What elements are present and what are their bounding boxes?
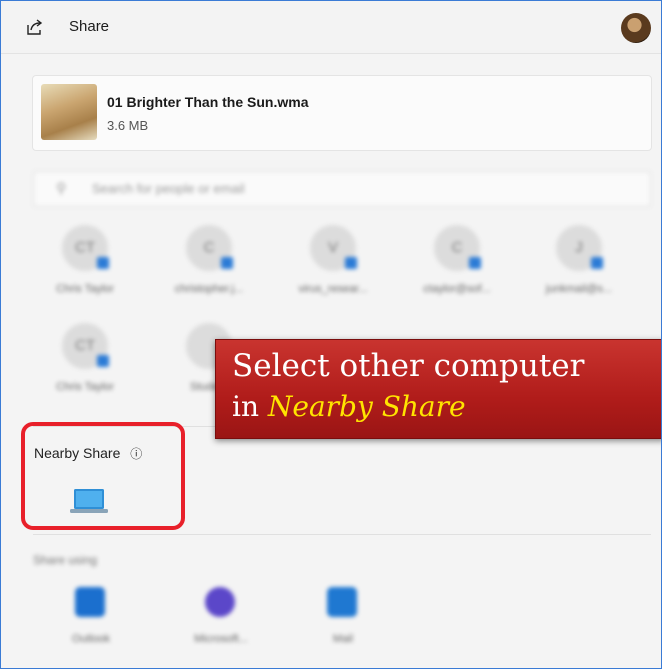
search-placeholder: Search for people or email <box>92 181 245 196</box>
contact-item[interactable]: C ctaylor@sof... <box>409 225 499 315</box>
mail-icon <box>327 587 357 617</box>
contact-item[interactable]: C christopher.j... <box>161 225 251 315</box>
contact-name: junkmail@s... <box>545 283 613 295</box>
app-microsoft[interactable]: Microsoft... <box>181 587 261 667</box>
microsoft-app-icon <box>205 587 235 617</box>
app-label: Microsoft... <box>194 633 248 645</box>
search-input[interactable]: ⚲ Search for people or email <box>33 171 651 207</box>
user-avatar[interactable] <box>621 13 651 43</box>
contact-item[interactable]: V virus_resear... <box>285 225 375 315</box>
instruction-callout: Select other computer in Nearby Share <box>215 339 661 439</box>
file-card: 01 Brighter Than the Sun.wma 3.6 MB <box>32 75 652 151</box>
contact-item[interactable]: CT Chris Taylor <box>37 225 127 315</box>
contact-name: ctaylor@sof... <box>423 283 491 295</box>
title-bar: Share <box>1 1 661 54</box>
share-icon <box>27 19 43 35</box>
search-icon: ⚲ <box>56 180 67 196</box>
contact-name: christopher.j... <box>174 283 244 295</box>
section-divider <box>33 534 651 535</box>
app-label: Outlook <box>72 633 110 645</box>
outlook-icon <box>75 587 105 617</box>
app-mail[interactable]: Mail <box>303 587 383 667</box>
callout-line-2: in Nearby Share <box>232 390 466 423</box>
outlook-badge-icon <box>469 257 481 269</box>
file-name: 01 Brighter Than the Sun.wma <box>107 94 309 110</box>
outlook-badge-icon <box>345 257 357 269</box>
app-label: Mail <box>332 633 354 645</box>
nearby-share-highlight <box>21 422 185 530</box>
album-art-thumbnail <box>41 84 97 140</box>
callout-prefix: in <box>232 390 259 423</box>
share-using-heading: Share using <box>33 553 98 567</box>
share-dialog: Share 01 Brighter Than the Sun.wma 3.6 M… <box>0 0 662 669</box>
window-title: Share <box>69 18 110 35</box>
file-size: 3.6 MB <box>107 118 149 133</box>
callout-emphasis: Nearby Share <box>267 390 466 423</box>
contact-name: virus_resear... <box>298 283 368 295</box>
contact-name: Chris Taylor <box>56 381 114 393</box>
outlook-badge-icon <box>97 355 109 367</box>
outlook-badge-icon <box>591 257 603 269</box>
contact-name: Chris Taylor <box>56 283 114 295</box>
contact-item[interactable]: CT Chris Taylor <box>37 323 127 413</box>
contact-item[interactable]: J junkmail@s... <box>531 225 621 315</box>
app-outlook[interactable]: Outlook <box>51 587 131 667</box>
callout-line-1: Select other computer <box>232 348 585 384</box>
outlook-badge-icon <box>97 257 109 269</box>
outlook-badge-icon <box>221 257 233 269</box>
